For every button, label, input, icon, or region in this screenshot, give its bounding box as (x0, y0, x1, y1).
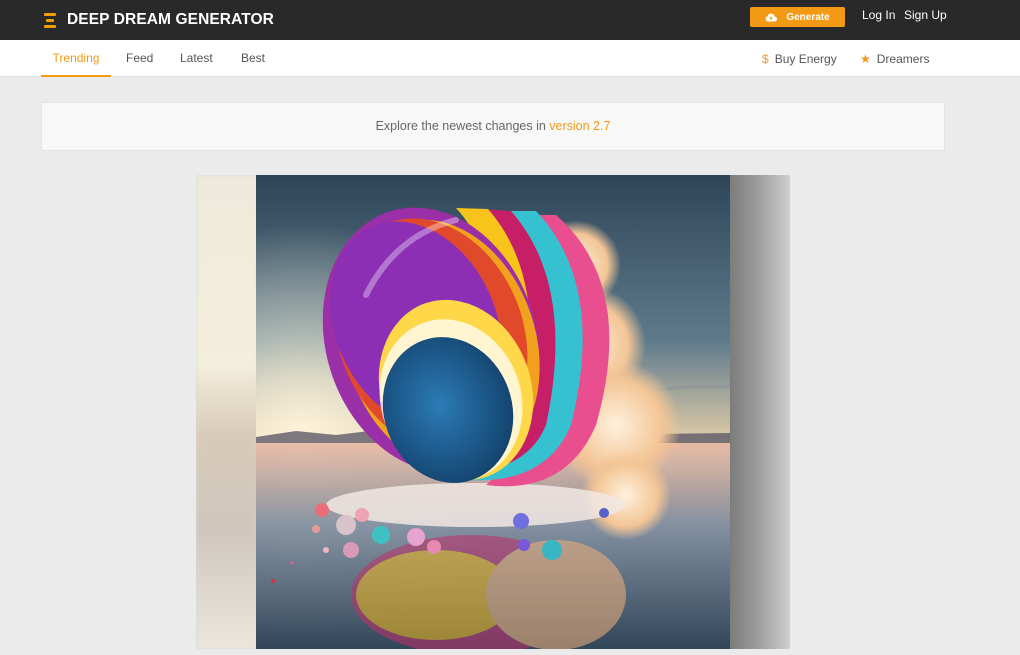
signup-link[interactable]: Sign Up (904, 8, 947, 22)
featured-image-card (196, 175, 790, 649)
notice-text: Explore the newest changes in (375, 119, 550, 133)
generate-button[interactable]: Generate (750, 7, 845, 27)
tab-feed[interactable]: Feed (126, 40, 153, 77)
generate-button-label: Generate (786, 11, 830, 23)
buy-energy-label: Buy Energy (774, 51, 837, 66)
logo-text: DEEP DREAM GENERATOR (67, 11, 274, 28)
cloud-upload-icon (766, 13, 778, 22)
logo-link[interactable]: DEEP DREAM GENERATOR (44, 8, 274, 32)
tab-trending[interactable]: Trending (41, 40, 111, 77)
dreamers-link[interactable]: ★ Dreamers (860, 40, 929, 77)
featured-artwork-image[interactable] (256, 175, 730, 649)
version-notice: Explore the newest changes in version 2.… (41, 102, 945, 151)
tab-latest[interactable]: Latest (180, 40, 213, 77)
dollar-icon: $ (762, 51, 769, 66)
logo-icon (44, 12, 56, 28)
version-link[interactable]: version 2.7 (549, 119, 610, 133)
image-blur-right (728, 175, 790, 649)
image-blur-left (196, 175, 258, 649)
tab-best[interactable]: Best (241, 40, 265, 77)
buy-energy-link[interactable]: $ Buy Energy (762, 40, 837, 77)
nav-bar: Trending Feed Latest Best $ Buy Energy ★… (0, 40, 1020, 77)
dreamers-label: Dreamers (876, 51, 930, 66)
top-bar: DEEP DREAM GENERATOR Generate Log In Sig… (0, 0, 1020, 40)
star-icon: ★ (860, 51, 871, 66)
login-link[interactable]: Log In (862, 8, 895, 22)
